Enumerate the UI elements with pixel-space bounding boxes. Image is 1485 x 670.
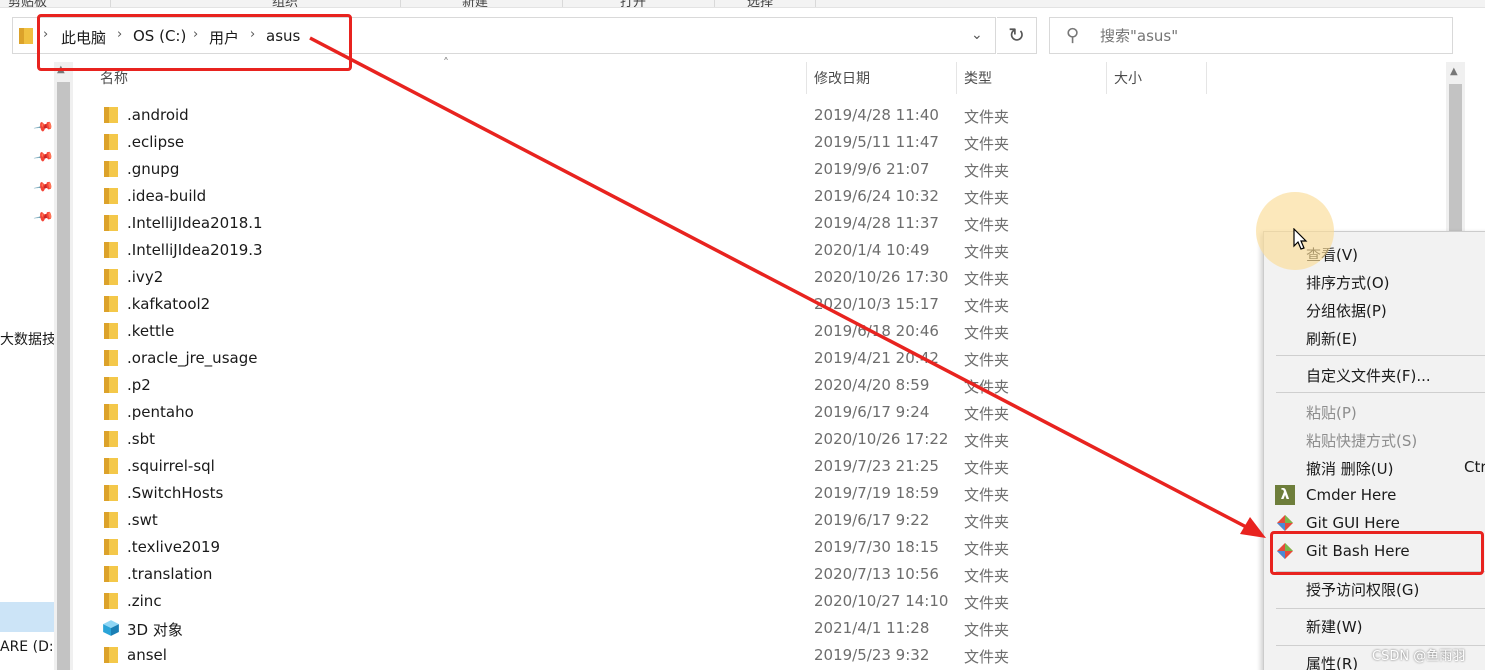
annotation-arrow	[309, 36, 1266, 538]
watermark: CSDN @鱼雨羽	[1372, 649, 1466, 664]
